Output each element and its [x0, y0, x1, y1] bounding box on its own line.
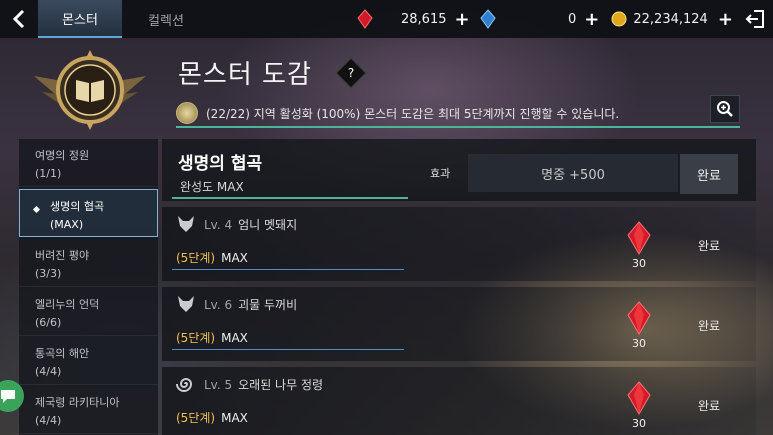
sidebar-item-count: (MAX) [50, 218, 84, 231]
zoom-in-icon [717, 101, 733, 117]
exit-icon [745, 10, 764, 28]
beast-head-icon [178, 216, 194, 232]
red-gem-icon [357, 9, 373, 29]
complete-button[interactable]: 완료 [680, 154, 738, 194]
beast-head-icon [178, 296, 194, 312]
sidebar-item-label: 여명의 정원 [35, 149, 90, 162]
blue-gem-icon [479, 9, 496, 29]
monster-row[interactable]: Lv. 4 엄니 멧돼지 (5단계) MAX 30 완료 [162, 207, 756, 281]
zoom-button[interactable] [710, 95, 740, 123]
book-emblem-icon [34, 50, 146, 130]
monster-name: Lv. 4 엄니 멧돼지 [204, 216, 297, 233]
stage-value: MAX [221, 331, 248, 345]
completion-text: 완성도 MAX [180, 180, 244, 194]
monster-row[interactable]: Lv. 5 오래된 나무 정령 (5단계) MAX 30 완료 [162, 367, 756, 435]
sidebar-item-label: 제국령 라키타니아 [35, 396, 120, 409]
stage-label: (5단계) [176, 331, 216, 345]
sidebar-item-count: (6/6) [35, 316, 62, 329]
red-gem-icon [627, 381, 651, 415]
monster-stage: (5단계) MAX [176, 249, 248, 266]
book-emblem [28, 46, 152, 136]
sidebar-item-count: (4/4) [35, 414, 62, 427]
sidebar-item-label: 생명의 협곡 [50, 200, 105, 213]
region-summary: 생명의 협곡 완성도 MAX 효과 명중 +500 완료 [162, 139, 756, 201]
chevron-left-icon [12, 10, 25, 28]
region-medal-icon [176, 102, 198, 124]
help-button[interactable]: ? [335, 57, 367, 89]
sidebar-item-elinu-hill[interactable]: 엘리누의 언덕 (6/6) [19, 288, 158, 336]
sidebar-item-rakitania[interactable]: 제국령 라키타니아 (4/4) [19, 386, 158, 434]
sidebar-item-life-canyon[interactable]: 생명의 협곡 (MAX) [19, 189, 158, 237]
stage-label: (5단계) [176, 411, 216, 425]
region-sidebar: 여명의 정원 (1/1) 생명의 협곡 (MAX) 버려진 평야 (3/3) 엘… [19, 139, 158, 435]
sidebar-item-label: 통곡의 해안 [35, 347, 90, 360]
back-button[interactable] [0, 0, 38, 38]
monster-row[interactable]: Lv. 6 괴물 두꺼비 (5단계) MAX 30 완료 [162, 287, 756, 361]
sidebar-item-count: (1/1) [35, 167, 62, 180]
selected-marker-icon [32, 205, 41, 214]
region-status-text: (22/22) 지역 활성화 (100%) 몬스터 도감은 최대 5단계까지 진… [206, 106, 620, 121]
region-title: 생명의 협곡 [178, 154, 263, 174]
monster-name: Lv. 5 오래된 나무 정령 [204, 376, 323, 393]
monster-level: Lv. 6 [204, 298, 233, 312]
stage-value: MAX [221, 251, 248, 265]
red-gem-icon [627, 301, 651, 335]
sidebar-item-count: (3/3) [35, 267, 62, 280]
monster-level: Lv. 4 [204, 218, 233, 232]
blue-gem-count: 0 [568, 11, 577, 27]
effect-label: 효과 [430, 167, 451, 180]
tab-monster[interactable]: 몬스터 [38, 0, 122, 38]
divider [172, 349, 404, 350]
reward-amount: 30 [632, 257, 646, 270]
effect-value: 명중 +500 [468, 154, 678, 192]
add-blue-gem-button[interactable]: + [584, 9, 599, 30]
monster-name-text: 괴물 두꺼비 [238, 298, 298, 312]
top-bar: 몬스터 컬렉션 28,615 + 0 + 22,234,124 + [0, 0, 773, 38]
sidebar-item-label: 버려진 평야 [35, 249, 90, 262]
exit-button[interactable] [745, 8, 767, 30]
gold-coin-count: 22,234,124 [633, 11, 708, 27]
add-red-gem-button[interactable]: + [455, 9, 470, 30]
status-badge: 완료 [698, 399, 721, 413]
gold-coin-icon [611, 11, 627, 27]
page-title: 몬스터 도감 [178, 60, 312, 90]
status-badge: 완료 [698, 239, 721, 253]
tab-collection[interactable]: 컬렉션 [124, 0, 208, 38]
red-gem-icon [627, 221, 651, 255]
stage-label: (5단계) [176, 251, 216, 265]
reward-amount: 30 [632, 417, 646, 430]
sidebar-item-dawn-garden[interactable]: 여명의 정원 (1/1) [19, 139, 158, 187]
sidebar-item-count: (4/4) [35, 365, 62, 378]
sidebar-item-label: 엘리누의 언덕 [35, 298, 100, 311]
red-gem-resource: 28,615 + [357, 0, 496, 38]
divider [172, 269, 404, 270]
monster-stage: (5단계) MAX [176, 329, 248, 346]
sidebar-item-wailing-coast[interactable]: 통곡의 해안 (4/4) [19, 337, 158, 385]
region-status-bar: (22/22) 지역 활성화 (100%) 몬스터 도감은 최대 5단계까지 진… [176, 100, 740, 128]
question-icon: ? [347, 66, 355, 80]
monster-name: Lv. 6 괴물 두꺼비 [204, 296, 297, 313]
monster-level: Lv. 5 [204, 378, 233, 392]
divider [172, 197, 408, 199]
monster-name-text: 엄니 멧돼지 [238, 218, 298, 232]
monster-name-text: 오래된 나무 정령 [238, 378, 324, 392]
blue-gem-resource: 0 + 22,234,124 + [568, 0, 733, 38]
chat-icon [1, 390, 15, 403]
monster-stage: (5단계) MAX [176, 409, 248, 426]
status-badge: 완료 [698, 319, 721, 333]
stage-value: MAX [221, 411, 248, 425]
sidebar-item-abandoned-plains[interactable]: 버려진 평야 (3/3) [19, 239, 158, 287]
spiral-spirit-icon [176, 378, 193, 392]
red-gem-count: 28,615 [401, 11, 447, 27]
add-gold-button[interactable]: + [718, 9, 733, 30]
reward-amount: 30 [632, 337, 646, 350]
